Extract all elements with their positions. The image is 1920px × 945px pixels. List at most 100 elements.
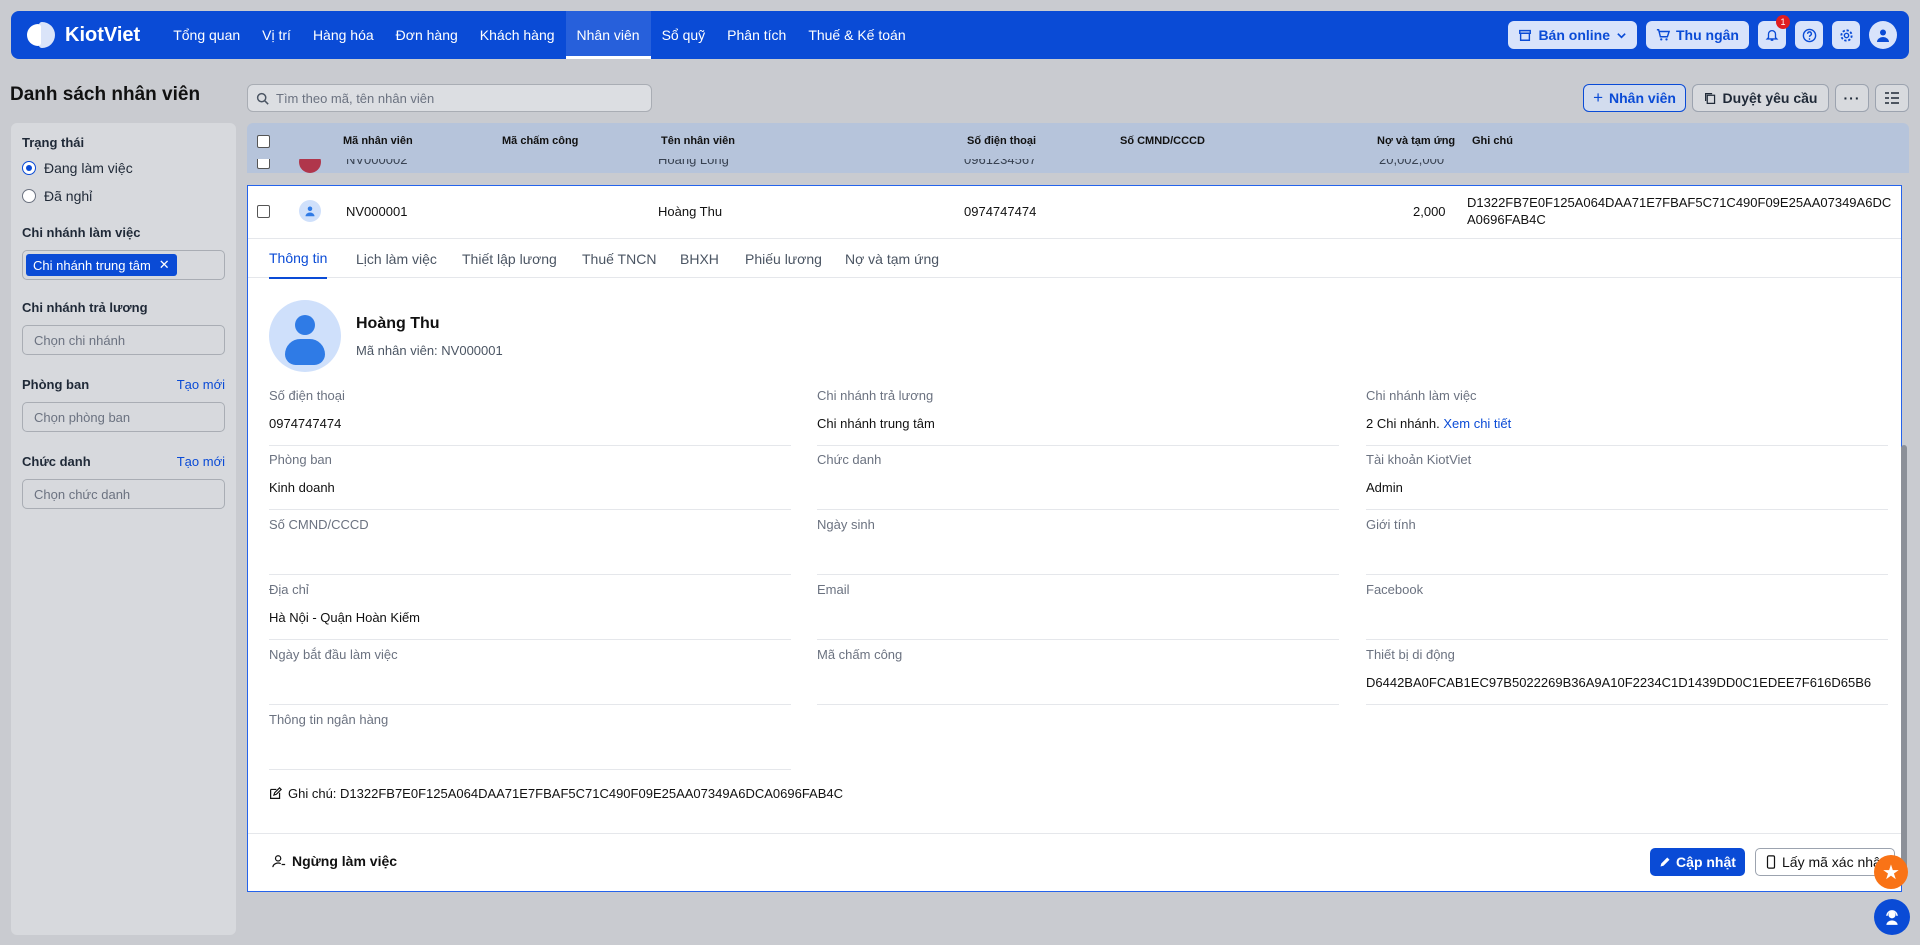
row-note-line-2: A0696FAB4C: [1467, 212, 1546, 227]
search-icon: [256, 92, 269, 105]
row-checkbox[interactable]: [257, 159, 270, 169]
menu-phan-tich[interactable]: Phân tích: [716, 11, 797, 59]
work-branch-select[interactable]: Chi nhánh trung tâm ✕: [22, 250, 225, 280]
col-debt[interactable]: Nợ và tạm ứng: [1377, 135, 1455, 147]
online-sales-label: Bán online: [1538, 27, 1610, 43]
detail-tabs: Thông tin Lịch làm việc Thiết lập lương …: [248, 238, 1901, 279]
user-avatar-icon: [1877, 29, 1889, 42]
field-address: Địa chỉ Hà Nội - Quận Hoàn Kiếm: [269, 582, 791, 640]
list-columns-icon: [1885, 92, 1899, 104]
add-employee-label: Nhân viên: [1609, 90, 1676, 106]
user-off-icon: [272, 855, 286, 868]
kiotviet-logo-icon: [25, 20, 57, 50]
col-id-card[interactable]: Số CMND/CCCD: [1120, 135, 1205, 147]
menu-so-quy[interactable]: Sổ quỹ: [651, 11, 717, 59]
field-pay-branch: Chi nhánh trả lương Chi nhánh trung tâm: [817, 388, 1339, 446]
tab-debt-advance[interactable]: Nợ và tạm ứng: [845, 239, 939, 279]
department-create-link[interactable]: Tạo mới: [177, 377, 225, 392]
menu-tong-quan[interactable]: Tổng quan: [162, 11, 251, 59]
cashier-label: Thu ngân: [1676, 27, 1739, 43]
row-checkbox[interactable]: [257, 205, 270, 218]
chevron-down-icon: [1617, 32, 1626, 39]
close-icon[interactable]: ✕: [159, 257, 170, 273]
tab-income-tax[interactable]: Thuế TNCN: [582, 239, 656, 279]
main-menu: Tổng quan Vị trí Hàng hóa Đơn hàng Khách…: [162, 11, 916, 59]
row-debt: 20,002,000: [1379, 159, 1445, 167]
menu-thue-ke-toan[interactable]: Thuế & Kế toán: [797, 11, 916, 59]
notification-button[interactable]: 1: [1758, 15, 1790, 49]
tab-schedule[interactable]: Lịch làm việc: [356, 239, 437, 279]
menu-nhan-vien[interactable]: Nhân viên: [565, 11, 651, 59]
row-code: NV000002: [346, 159, 408, 167]
favorite-floating-button[interactable]: ★: [1874, 855, 1908, 889]
help-icon: [1802, 28, 1816, 42]
view-detail-link[interactable]: Xem chi tiết: [1443, 416, 1511, 431]
col-employee-code[interactable]: Mã nhân viên: [343, 135, 413, 147]
field-birthday: Ngày sinh: [817, 517, 1339, 575]
tab-info[interactable]: Thông tin: [269, 239, 328, 279]
tab-social-insurance[interactable]: BHXH: [680, 239, 719, 279]
get-verification-code-label: Lấy mã xác nhận: [1782, 854, 1889, 870]
cashier-button[interactable]: Thu ngân: [1646, 21, 1749, 49]
job-title-select[interactable]: Chọn chức danh: [22, 479, 225, 509]
menu-khach-hang[interactable]: Khách hàng: [469, 11, 566, 59]
edit-icon: [270, 787, 282, 799]
notification-badge: 1: [1776, 15, 1790, 29]
select-all-checkbox[interactable]: [257, 134, 270, 148]
page-scrollbar[interactable]: [1901, 445, 1907, 875]
row-code: NV000001: [346, 204, 408, 219]
table-row[interactable]: NV000002 Hoàng Long 0961234567 20,002,00…: [247, 159, 1909, 173]
menu-hang-hoa[interactable]: Hàng hóa: [302, 11, 385, 59]
table-header: Mã nhân viên Mã chấm công Tên nhân viên …: [247, 123, 1909, 159]
employee-detail-panel: NV000001 Hoàng Thu 0974747474 2,000 D132…: [247, 185, 1902, 892]
menu-vi-tri[interactable]: Vị trí: [251, 11, 302, 59]
employee-table: Mã nhân viên Mã chấm công Tên nhân viên …: [247, 123, 1909, 935]
approve-requests-button[interactable]: Duyệt yêu cầu: [1692, 84, 1829, 112]
employee-note-text: Ghi chú: D1322FB7E0F125A064DAA71E7FBAF5C…: [288, 786, 844, 801]
col-employee-name[interactable]: Tên nhân viên: [661, 135, 735, 147]
department-select[interactable]: Chọn phòng ban: [22, 402, 225, 432]
support-chat-button[interactable]: [1874, 899, 1910, 935]
brand-logo[interactable]: KiotViet: [25, 20, 140, 50]
radio-checked-icon[interactable]: [22, 161, 36, 175]
help-button[interactable]: [1795, 21, 1823, 49]
add-employee-button[interactable]: + Nhân viên: [1583, 84, 1686, 112]
search-input[interactable]: Tìm theo mã, tên nhân viên: [247, 84, 652, 112]
update-label: Cập nhật: [1676, 854, 1736, 870]
user-menu-button[interactable]: [1869, 21, 1897, 49]
support-agent-icon: [1886, 910, 1898, 925]
gear-icon: [1839, 28, 1853, 42]
search-placeholder: Tìm theo mã, tên nhân viên: [276, 90, 435, 106]
status-option-quit[interactable]: Đã nghỉ: [22, 188, 225, 204]
job-title-label: Chức danh Tạo mới: [22, 454, 225, 469]
col-phone[interactable]: Số điện thoại: [967, 135, 1036, 147]
radio-unchecked-icon[interactable]: [22, 189, 36, 203]
employee-note[interactable]: Ghi chú: D1322FB7E0F125A064DAA71E7FBAF5C…: [269, 786, 843, 801]
menu-don-hang[interactable]: Đơn hàng: [385, 11, 469, 59]
employee-avatar: [269, 300, 341, 372]
settings-button[interactable]: [1832, 21, 1860, 49]
more-options-button[interactable]: ···: [1835, 84, 1869, 112]
update-button[interactable]: Cập nhật: [1650, 848, 1745, 876]
work-branch-chip: Chi nhánh trung tâm ✕: [26, 254, 177, 276]
table-row-selected[interactable]: NV000001 Hoàng Thu 0974747474 2,000 D132…: [248, 186, 1901, 238]
filter-sidebar: Trạng thái Đang làm việc Đã nghỉ Chi nhá…: [11, 123, 236, 935]
col-timekeeping-code[interactable]: Mã chấm công: [502, 135, 578, 147]
field-phone: Số điện thoại 0974747474: [269, 388, 791, 446]
row-note-line-1: D1322FB7E0F125A064DAA71E7FBAF5C71C490F09…: [1467, 195, 1892, 210]
job-title-create-link[interactable]: Tạo mới: [177, 454, 225, 469]
online-sales-button[interactable]: Bán online: [1508, 21, 1637, 49]
status-quit-label: Đã nghỉ: [44, 188, 93, 204]
stop-working-button[interactable]: Ngừng làm việc: [272, 853, 397, 869]
pay-branch-label: Chi nhánh trả lương: [22, 300, 148, 315]
brand-name: KiotViet: [65, 23, 141, 46]
column-settings-button[interactable]: [1875, 84, 1909, 112]
cart-icon: [1656, 29, 1670, 41]
tab-payslip[interactable]: Phiếu lương: [745, 239, 822, 279]
field-start-date: Ngày bắt đầu làm việc: [269, 647, 791, 705]
col-note[interactable]: Ghi chú: [1472, 135, 1513, 147]
pay-branch-select[interactable]: Chọn chi nhánh: [22, 325, 225, 355]
field-facebook: Facebook: [1366, 582, 1888, 640]
tab-salary-setup[interactable]: Thiết lập lương: [462, 239, 557, 279]
status-option-working[interactable]: Đang làm việc: [22, 160, 225, 176]
